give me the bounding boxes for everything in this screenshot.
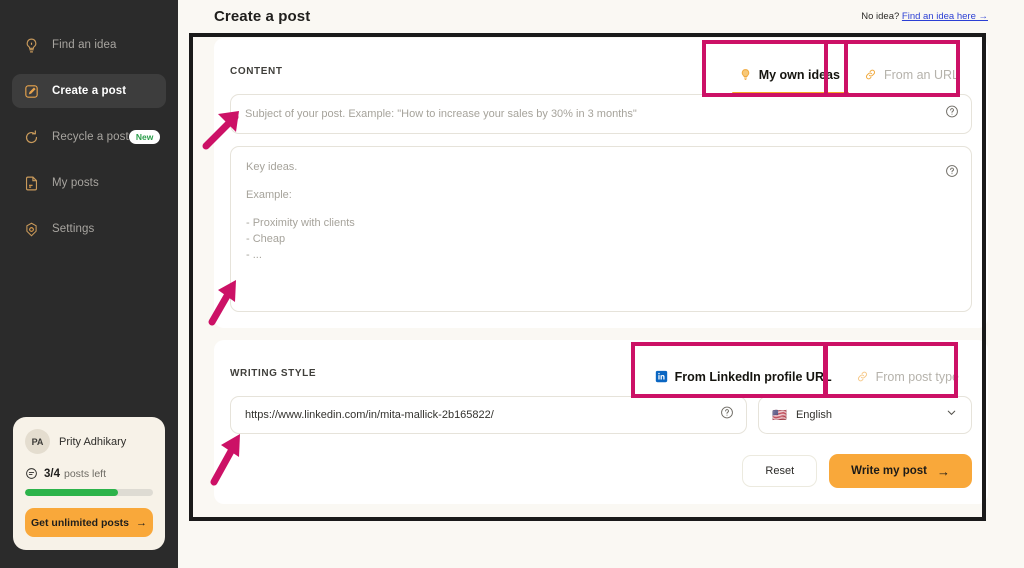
form-area: CONTENT My own ideas From an URL Subject…	[214, 28, 988, 504]
sidebar-item-label: My posts	[52, 177, 99, 189]
sidebar-item-label: Recycle a post	[52, 131, 129, 143]
tab-label: From an URL	[883, 67, 959, 82]
lightbulb-icon	[739, 68, 752, 81]
sidebar-item-label: Settings	[52, 223, 95, 235]
user-row: PA Prity Adhikary	[25, 429, 153, 454]
lightbulb-icon	[22, 36, 40, 54]
key-ideas-textarea[interactable]: Key ideas. Example: - Proximity with cli…	[230, 146, 972, 312]
quota-row: 3/4 posts left	[25, 467, 153, 480]
page-title: Create a post	[214, 8, 311, 25]
writing-style-section: WRITING STYLE From LinkedIn profile URL	[214, 340, 988, 504]
content-section: CONTENT My own ideas From an URL Subject…	[214, 38, 988, 328]
write-my-post-button[interactable]: Write my post →	[829, 454, 972, 488]
linkedin-url-value: https://www.linkedin.com/in/mita-mallick…	[245, 409, 494, 421]
link-icon	[856, 370, 869, 383]
user-name: Prity Adhikary	[59, 435, 127, 448]
find-an-idea-link[interactable]: Find an idea here →	[902, 11, 988, 22]
pencil-icon	[22, 82, 40, 100]
quota-count: 3/4	[44, 467, 60, 480]
recycle-icon	[22, 128, 40, 146]
content-section-head: CONTENT My own ideas From an URL	[230, 38, 972, 94]
sidebar-item-settings[interactable]: Settings	[12, 212, 166, 246]
find-idea-hint: No idea? Find an idea here →	[861, 11, 988, 22]
key-ideas-line: Key ideas.	[246, 161, 298, 173]
sidebar-item-recycle-a-post[interactable]: Recycle a post New	[12, 120, 166, 154]
reset-button[interactable]: Reset	[742, 455, 818, 487]
language-value: English	[795, 409, 833, 421]
content-tabs: My own ideas From an URL	[728, 62, 972, 94]
gear-icon	[22, 220, 40, 238]
linkedin-icon	[655, 370, 668, 383]
quota-progress-bar	[25, 489, 153, 496]
get-unlimited-posts-button[interactable]: Get unlimited posts →	[25, 508, 153, 537]
hint-prefix: No idea?	[861, 11, 900, 22]
tab-my-own-ideas[interactable]: My own ideas	[728, 62, 853, 94]
tab-from-an-url[interactable]: From an URL	[853, 62, 972, 94]
chevron-down-icon	[945, 406, 958, 424]
us-flag-icon: 🇺🇸	[772, 408, 787, 422]
tab-label: From LinkedIn profile URL	[674, 369, 832, 384]
style-section-title: WRITING STYLE	[230, 368, 317, 379]
tab-label: My own ideas	[758, 67, 840, 82]
key-ideas-line: - ...	[246, 248, 262, 261]
link-icon	[864, 68, 877, 81]
top-bar: Create a post No idea? Find an idea here…	[214, 0, 988, 28]
sidebar: Find an idea Create a post Recycle a pos…	[0, 0, 178, 568]
write-my-post-label: Write my post	[851, 465, 927, 477]
user-quota-card: PA Prity Adhikary 3/4 posts left Get unl…	[13, 417, 165, 550]
key-ideas-line: - Cheap	[246, 232, 286, 245]
style-tabs: From LinkedIn profile URL From post type	[644, 364, 972, 396]
question-mark-icon[interactable]	[720, 406, 734, 425]
sidebar-item-my-posts[interactable]: My posts	[12, 166, 166, 200]
key-ideas-line: - Proximity with clients	[246, 216, 355, 229]
status-badge: New	[128, 130, 161, 144]
key-ideas-line: Example:	[246, 188, 292, 201]
avatar: PA	[25, 429, 50, 454]
content-section-title: CONTENT	[230, 66, 283, 77]
sidebar-item-label: Find an idea	[52, 39, 117, 51]
linkedin-url-input[interactable]: https://www.linkedin.com/in/mita-mallick…	[230, 396, 747, 434]
tab-from-post-type[interactable]: From post type	[845, 364, 972, 396]
question-mark-icon[interactable]	[945, 105, 959, 124]
upgrade-label: Get unlimited posts	[30, 516, 129, 529]
sidebar-item-label: Create a post	[52, 85, 127, 97]
subject-placeholder: Subject of your post. Example: "How to i…	[245, 108, 637, 120]
style-row: https://www.linkedin.com/in/mita-mallick…	[230, 396, 972, 434]
document-icon	[22, 174, 40, 192]
language-select[interactable]: 🇺🇸 English	[758, 396, 972, 434]
question-mark-icon[interactable]	[945, 164, 959, 183]
sidebar-item-find-an-idea[interactable]: Find an idea	[12, 28, 166, 62]
app-root: Find an idea Create a post Recycle a pos…	[0, 0, 1024, 568]
tab-label: From post type	[875, 369, 959, 384]
subject-input[interactable]: Subject of your post. Example: "How to i…	[230, 94, 972, 134]
sidebar-item-create-a-post[interactable]: Create a post	[12, 74, 166, 108]
form-actions: Reset Write my post →	[230, 454, 972, 488]
sidebar-nav: Find an idea Create a post Recycle a pos…	[0, 0, 178, 246]
quota-label: posts left	[64, 467, 107, 480]
arrow-right-icon: →	[136, 516, 147, 529]
arrow-right-icon: →	[937, 463, 950, 479]
quota-progress-fill	[25, 489, 119, 496]
list-icon	[25, 467, 38, 480]
style-section-head: WRITING STYLE From LinkedIn profile URL	[230, 340, 972, 396]
main-panel: Create a post No idea? Find an idea here…	[178, 0, 1024, 568]
tab-from-linkedin-profile-url[interactable]: From LinkedIn profile URL	[644, 364, 845, 396]
